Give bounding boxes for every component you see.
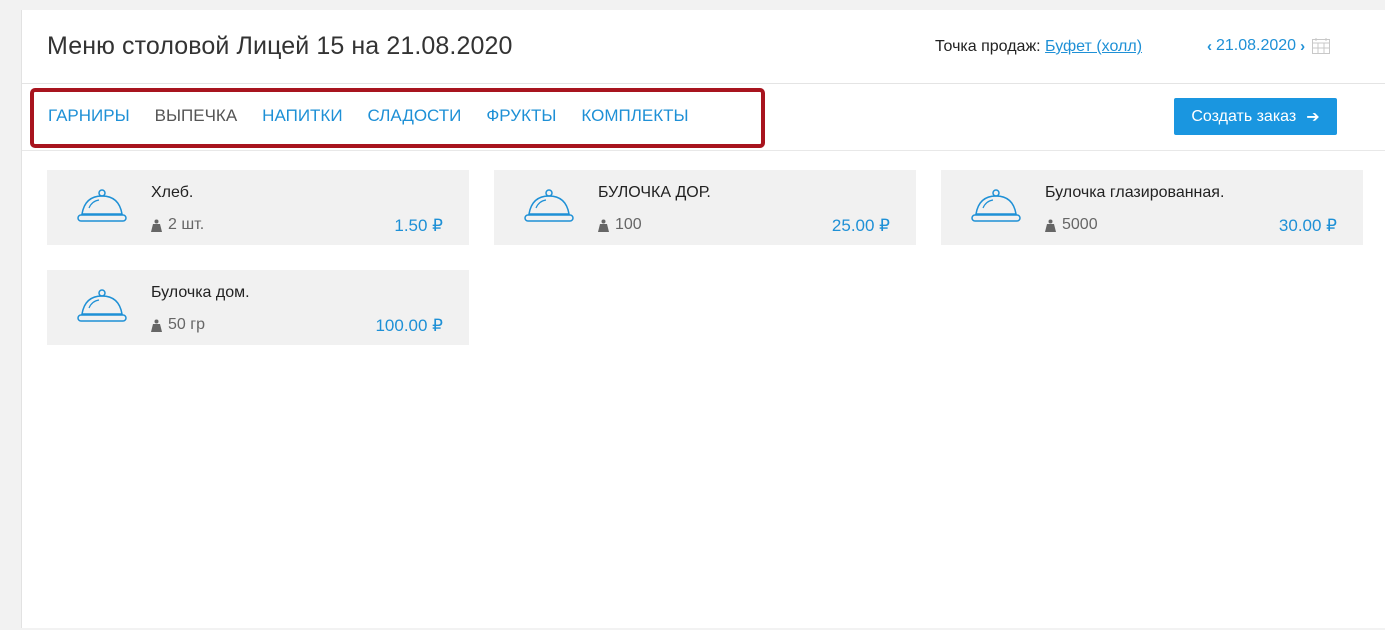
- menu-item-card[interactable]: БУЛОЧКА ДОР. 100 25.00 ₽: [494, 170, 916, 245]
- calendar-icon[interactable]: [1312, 38, 1331, 54]
- sales-point-link[interactable]: Буфет (холл): [1045, 38, 1142, 55]
- main-panel: Меню столовой Лицей 15 на 21.08.2020 Точ…: [21, 10, 1385, 628]
- cloche-icon: [524, 189, 574, 222]
- item-name: БУЛОЧКА ДОР.: [598, 184, 711, 201]
- create-order-label: Создать заказ: [1191, 107, 1297, 125]
- item-price: 30.00 ₽: [1278, 216, 1337, 235]
- prev-date-icon[interactable]: ‹: [1207, 38, 1212, 55]
- item-name: Булочка глазированная.: [1045, 184, 1225, 201]
- tab-garniry[interactable]: ГАРНИРЫ: [48, 106, 130, 126]
- tab-vypechka[interactable]: ВЫПЕЧКА: [155, 106, 238, 126]
- sales-point-label: Точка продаж:: [935, 38, 1041, 55]
- sales-point: Точка продаж: Буфет (холл): [935, 38, 1142, 56]
- menu-item-card[interactable]: Хлеб. 2 шт. 1.50 ₽: [47, 170, 469, 245]
- weight-icon: [151, 219, 162, 232]
- item-weight: 50 гр: [151, 316, 205, 334]
- category-bar: ГАРНИРЫ ВЫПЕЧКА НАПИТКИ СЛАДОСТИ ФРУКТЫ …: [22, 84, 1385, 151]
- weight-icon: [598, 219, 609, 232]
- arrow-right-icon: ➔: [1306, 108, 1320, 126]
- menu-item-card[interactable]: Булочка дом. 50 гр 100.00 ₽: [47, 270, 469, 345]
- date-navigator: ‹ 21.08.2020 ›: [1207, 37, 1331, 55]
- category-tabs: ГАРНИРЫ ВЫПЕЧКА НАПИТКИ СЛАДОСТИ ФРУКТЫ …: [48, 106, 714, 126]
- item-weight: 100: [598, 216, 642, 234]
- cloche-icon: [77, 189, 127, 222]
- current-date[interactable]: 21.08.2020: [1216, 37, 1296, 55]
- menu-item-card[interactable]: Булочка глазированная. 5000 30.00 ₽: [941, 170, 1363, 245]
- item-price: 1.50 ₽: [394, 216, 443, 235]
- weight-icon: [151, 319, 162, 332]
- item-weight: 5000: [1045, 216, 1098, 234]
- page-title: Меню столовой Лицей 15 на 21.08.2020: [47, 32, 513, 60]
- tab-frukty[interactable]: ФРУКТЫ: [486, 106, 556, 126]
- next-date-icon[interactable]: ›: [1300, 38, 1305, 55]
- item-weight-value: 50 гр: [168, 316, 205, 333]
- item-weight: 2 шт.: [151, 216, 204, 234]
- item-price: 25.00 ₽: [831, 216, 890, 235]
- tab-napitki[interactable]: НАПИТКИ: [262, 106, 342, 126]
- item-name: Булочка дом.: [151, 284, 250, 301]
- create-order-button[interactable]: Создать заказ ➔: [1174, 98, 1337, 135]
- page-header: Меню столовой Лицей 15 на 21.08.2020 Точ…: [22, 10, 1385, 84]
- item-weight-value: 100: [615, 216, 642, 233]
- tab-sladosti[interactable]: СЛАДОСТИ: [368, 106, 462, 126]
- tab-komplekty[interactable]: КОМПЛЕКТЫ: [581, 106, 688, 126]
- item-weight-value: 5000: [1062, 216, 1098, 233]
- item-weight-value: 2 шт.: [168, 216, 205, 233]
- cloche-icon: [77, 289, 127, 322]
- item-name: Хлеб.: [151, 184, 194, 201]
- weight-icon: [1045, 219, 1056, 232]
- item-price: 100.00 ₽: [375, 316, 443, 335]
- cloche-icon: [971, 189, 1021, 222]
